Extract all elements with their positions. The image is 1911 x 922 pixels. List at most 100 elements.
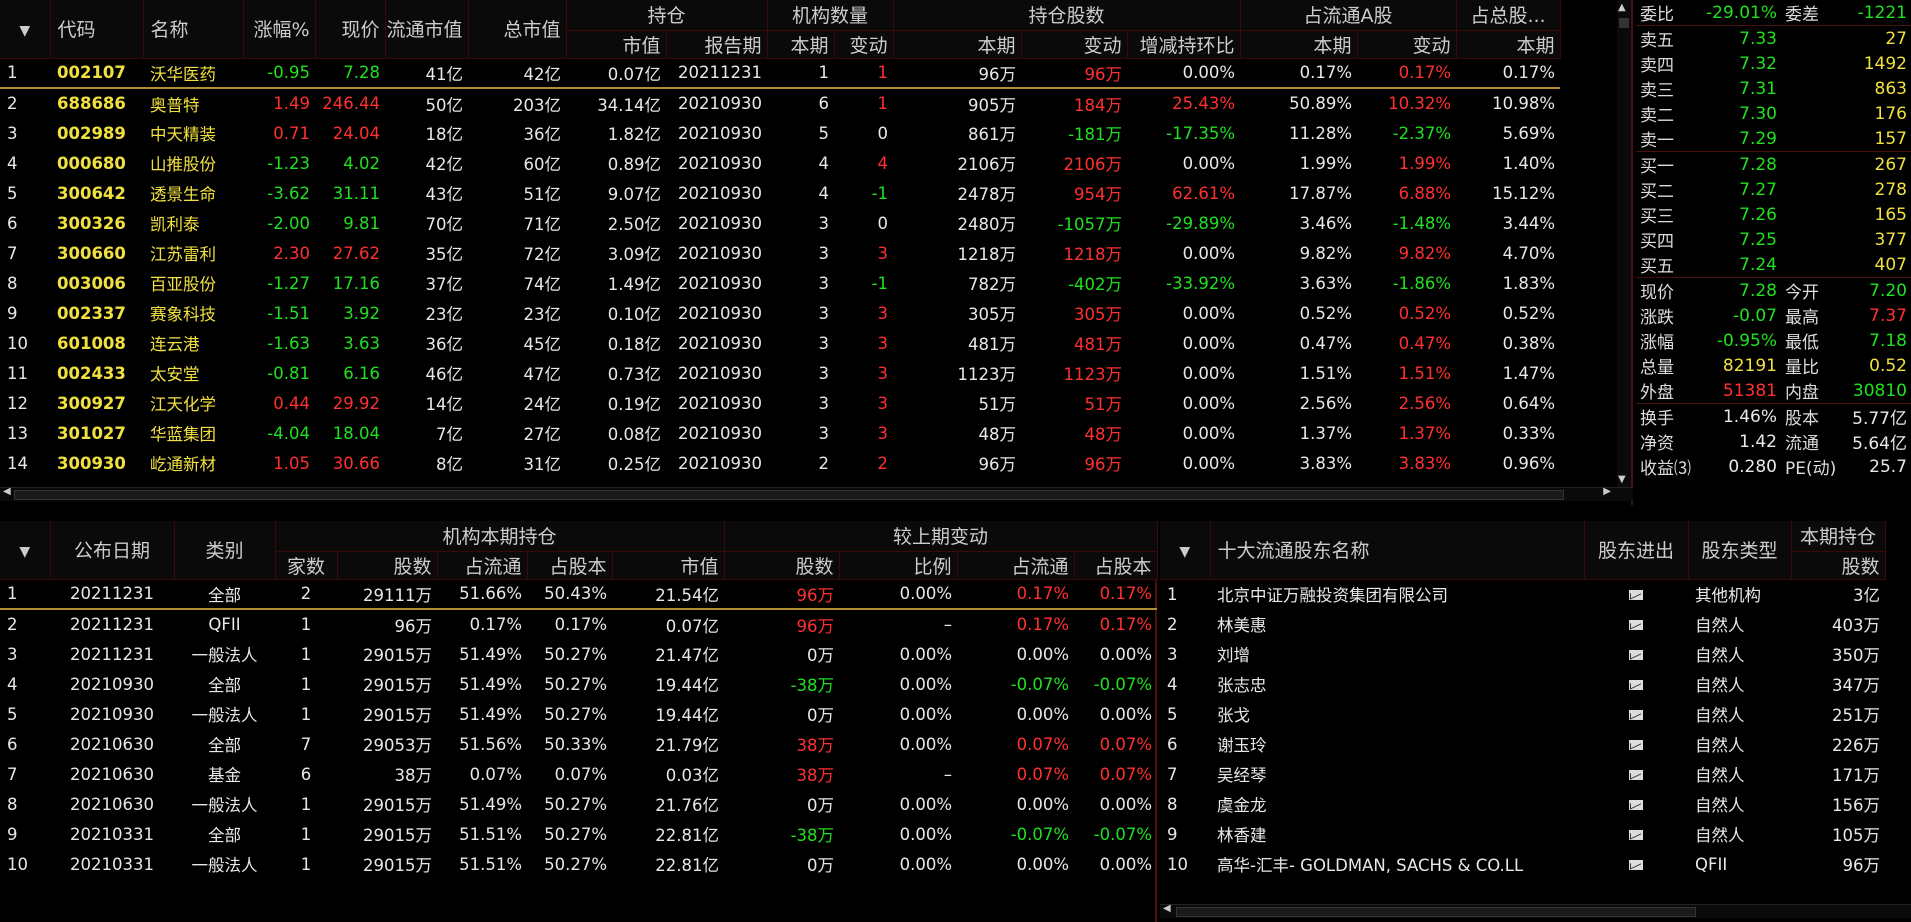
table-row[interactable]: 7 300660 江苏雷利 2.30 27.62 35亿 72亿 3.09亿 20210930 3… [0,238,1560,268]
scroll-thumb[interactable] [14,490,1564,500]
table-row[interactable]: 9 002337 赛象科技 -1.51 3.92 23亿 23亿 0.10亿 20210930 3… [0,298,1560,328]
mail-icon[interactable] [1629,650,1643,660]
table-row[interactable]: 12 300927 江天化学 0.44 29.92 14亿 24亿 0.19亿 20210930… [0,388,1560,418]
holder-inout[interactable] [1584,849,1688,879]
col-holder-name[interactable]: 十大流通股东名称 [1210,521,1585,580]
mail-icon[interactable] [1629,770,1643,780]
table-row[interactable]: 2 林美惠 自然人 403万 [1160,609,1885,639]
col-pct[interactable]: 涨幅% [243,0,316,59]
table-row[interactable]: 6 谢玉玲 自然人 226万 [1160,729,1885,759]
table-row[interactable]: 3 刘增 自然人 350万 [1160,639,1885,669]
scroll-down-icon[interactable]: ▼ [1618,474,1626,485]
table-row[interactable]: 6 300326 凯利泰 -2.00 9.81 70亿 71亿 2.50亿 20210930 3 0… [0,208,1560,238]
sub-shares[interactable]: 股数 [337,551,438,580]
scroll-up-icon[interactable]: ▲ [1618,2,1626,13]
holder-inout[interactable] [1584,579,1688,609]
scroll-left-icon[interactable]: ◀ [3,486,11,497]
table-row[interactable]: 11 002433 太安堂 -0.81 6.16 46亿 47亿 0.73亿 20210930 3… [0,358,1560,388]
table-row[interactable]: 9 20210331 全部 1 29015万 51.51% 50.27% 22.81亿 -38万… [0,819,1157,849]
table-row[interactable]: 6 20210630 全部 7 29053万 51.56% 50.33% 21.79亿 38万 0… [0,729,1157,759]
table-row[interactable]: 8 20210630 一般法人 1 29015万 51.49% 50.27% 21.76亿 0万… [0,789,1157,819]
table-row[interactable]: 2 20211231 QFII 1 96万 0.17% 0.17% 0.07亿 96万 – 0.17… [0,609,1157,639]
table-row[interactable]: 4 20210930 全部 1 29015万 51.49% 50.27% 19.44亿 -38万… [0,669,1157,699]
sub-dshares[interactable]: 股数 [724,551,840,580]
sub-dfloat[interactable]: 占流通 [957,551,1075,580]
table-row[interactable]: 10 高华-汇丰- GOLDMAN, SACHS & CO.LL QFII 96万 [1160,849,1885,879]
col-category[interactable]: 类别 [174,521,276,580]
holder-inout[interactable] [1584,609,1688,639]
table-row[interactable]: 1 002107 沃华医药 -0.95 7.28 41亿 42亿 0.07亿 20211231 1… [0,58,1561,89]
sub-mv[interactable]: 市值 [566,30,667,59]
table-row[interactable]: 7 吴经琴 自然人 171万 [1160,759,1885,789]
scroll-thumb-v[interactable] [1619,18,1629,28]
table-row[interactable]: 1 北京中证万融投资集团有限公司 其他机构 3亿 [1160,579,1885,609]
table-row[interactable]: 4 张志忠 自然人 347万 [1160,669,1885,699]
sub-shares[interactable]: 本期 [893,30,1022,59]
table-row[interactable]: 8 003006 百亚股份 -1.27 17.16 37亿 74亿 1.49亿 20210930… [0,268,1560,298]
col-float-cap[interactable]: 流通市值 [385,0,469,59]
holder-inout[interactable] [1584,699,1688,729]
top-horizontal-scrollbar[interactable]: ◀ ▶ [0,486,1633,501]
table-row[interactable]: 5 20210930 一般法人 1 29015万 51.49% 50.27% 19.44亿 0万… [0,699,1157,729]
table-row[interactable]: 10 601008 连云港 -1.63 3.63 36亿 45亿 0.18亿 20210930 3… [0,328,1560,358]
sub-report[interactable]: 报告期 [666,30,768,59]
table-row[interactable]: 5 300642 透景生命 -3.62 31.11 43亿 51亿 9.07亿 20210930… [0,178,1560,208]
column-menu-button[interactable]: ▼ [1160,521,1211,580]
col-holder-type[interactable]: 股东类型 [1688,521,1792,580]
holder-inout[interactable] [1584,759,1688,789]
mail-icon[interactable] [1629,680,1643,690]
holder-inout[interactable] [1584,669,1688,699]
sub-total-pct[interactable]: 本期 [1456,30,1561,59]
holder-inout[interactable] [1584,639,1688,669]
bid-volume: 267 [1874,154,1907,175]
column-menu-button[interactable]: ▼ [0,0,51,59]
mail-icon[interactable] [1629,620,1643,630]
table-row[interactable]: 9 林香建 自然人 105万 [1160,819,1885,849]
table-row[interactable]: 10 20210331 一般法人 1 29015万 51.51% 50.27% 22.81亿 0… [0,849,1157,879]
table-row[interactable]: 1 20211231 全部 2 29111万 51.66% 50.43% 21.54亿 96万 0… [0,579,1158,610]
table-row[interactable]: 7 20210630 基金 6 38万 0.07% 0.07% 0.03亿 38万 – 0.07% 0… [0,759,1157,789]
holder-inout[interactable] [1584,729,1688,759]
sub-float-pct[interactable]: 本期 [1240,30,1358,59]
sub-cnt[interactable]: 本期 [767,30,835,59]
col-name[interactable]: 名称 [143,0,244,59]
column-menu-button[interactable]: ▼ [0,521,51,580]
holder-inout[interactable] [1584,819,1688,849]
table-row[interactable]: 13 301027 华蓝集团 -4.04 18.04 7亿 27亿 0.08亿 20210930… [0,418,1560,448]
sub-count[interactable]: 家数 [275,551,338,580]
scroll-right-icon[interactable]: ▶ [1603,486,1611,497]
sub-shares[interactable]: 股数 [1791,551,1886,580]
sub-chg[interactable]: 变动 [834,30,894,59]
sub-mv[interactable]: 市值 [612,551,725,580]
col-total-cap[interactable]: 总市值 [468,0,567,59]
col-price[interactable]: 现价 [315,0,386,59]
sub-float[interactable]: 占流通 [437,551,528,580]
top-vertical-scrollbar[interactable]: ▲ ▼ [1617,0,1631,487]
mail-icon[interactable] [1629,830,1643,840]
holder-inout[interactable] [1584,789,1688,819]
mail-icon[interactable] [1629,740,1643,750]
table-row[interactable]: 5 张戈 自然人 251万 [1160,699,1885,729]
mail-icon[interactable] [1629,590,1643,601]
table-row[interactable]: 14 300930 屹通新材 1.05 30.66 8亿 31亿 0.25亿 20210930 2… [0,448,1560,478]
table-row[interactable]: 3 002989 中天精装 0.71 24.04 18亿 36亿 1.82亿 20210930 5… [0,118,1560,148]
table-row[interactable]: 4 000680 山推股份 -1.23 4.02 42亿 60亿 0.89亿 20210930 4… [0,148,1560,178]
table-row[interactable]: 2 688686 奥普特 1.49 246.44 50亿 203亿 34.14亿 2021093… [0,88,1560,118]
table-row[interactable]: 3 20211231 一般法人 1 29015万 51.49% 50.27% 21.47亿 0万… [0,639,1157,669]
sub-shares-chg[interactable]: 变动 [1021,30,1128,59]
mail-icon[interactable] [1629,800,1643,810]
mail-icon[interactable] [1629,710,1643,720]
holders-horizontal-scrollbar[interactable]: ◀ [1160,903,1911,918]
scroll-left-icon[interactable]: ◀ [1163,903,1171,914]
sub-ratio[interactable]: 比例 [839,551,958,580]
table-row[interactable]: 8 虞金龙 自然人 156万 [1160,789,1885,819]
scroll-thumb[interactable] [1176,907,1696,917]
sub-capital[interactable]: 占股本 [527,551,613,580]
sub-dcapital[interactable]: 占股本 [1074,551,1158,580]
sub-float-chg[interactable]: 变动 [1357,30,1457,59]
col-publish-date[interactable]: 公布日期 [50,521,175,580]
sub-qoq[interactable]: 增减持环比 [1127,30,1241,59]
col-code[interactable]: 代码 [50,0,144,59]
col-holder-inout[interactable]: 股东进出 [1584,521,1689,580]
mail-icon[interactable] [1629,860,1643,870]
